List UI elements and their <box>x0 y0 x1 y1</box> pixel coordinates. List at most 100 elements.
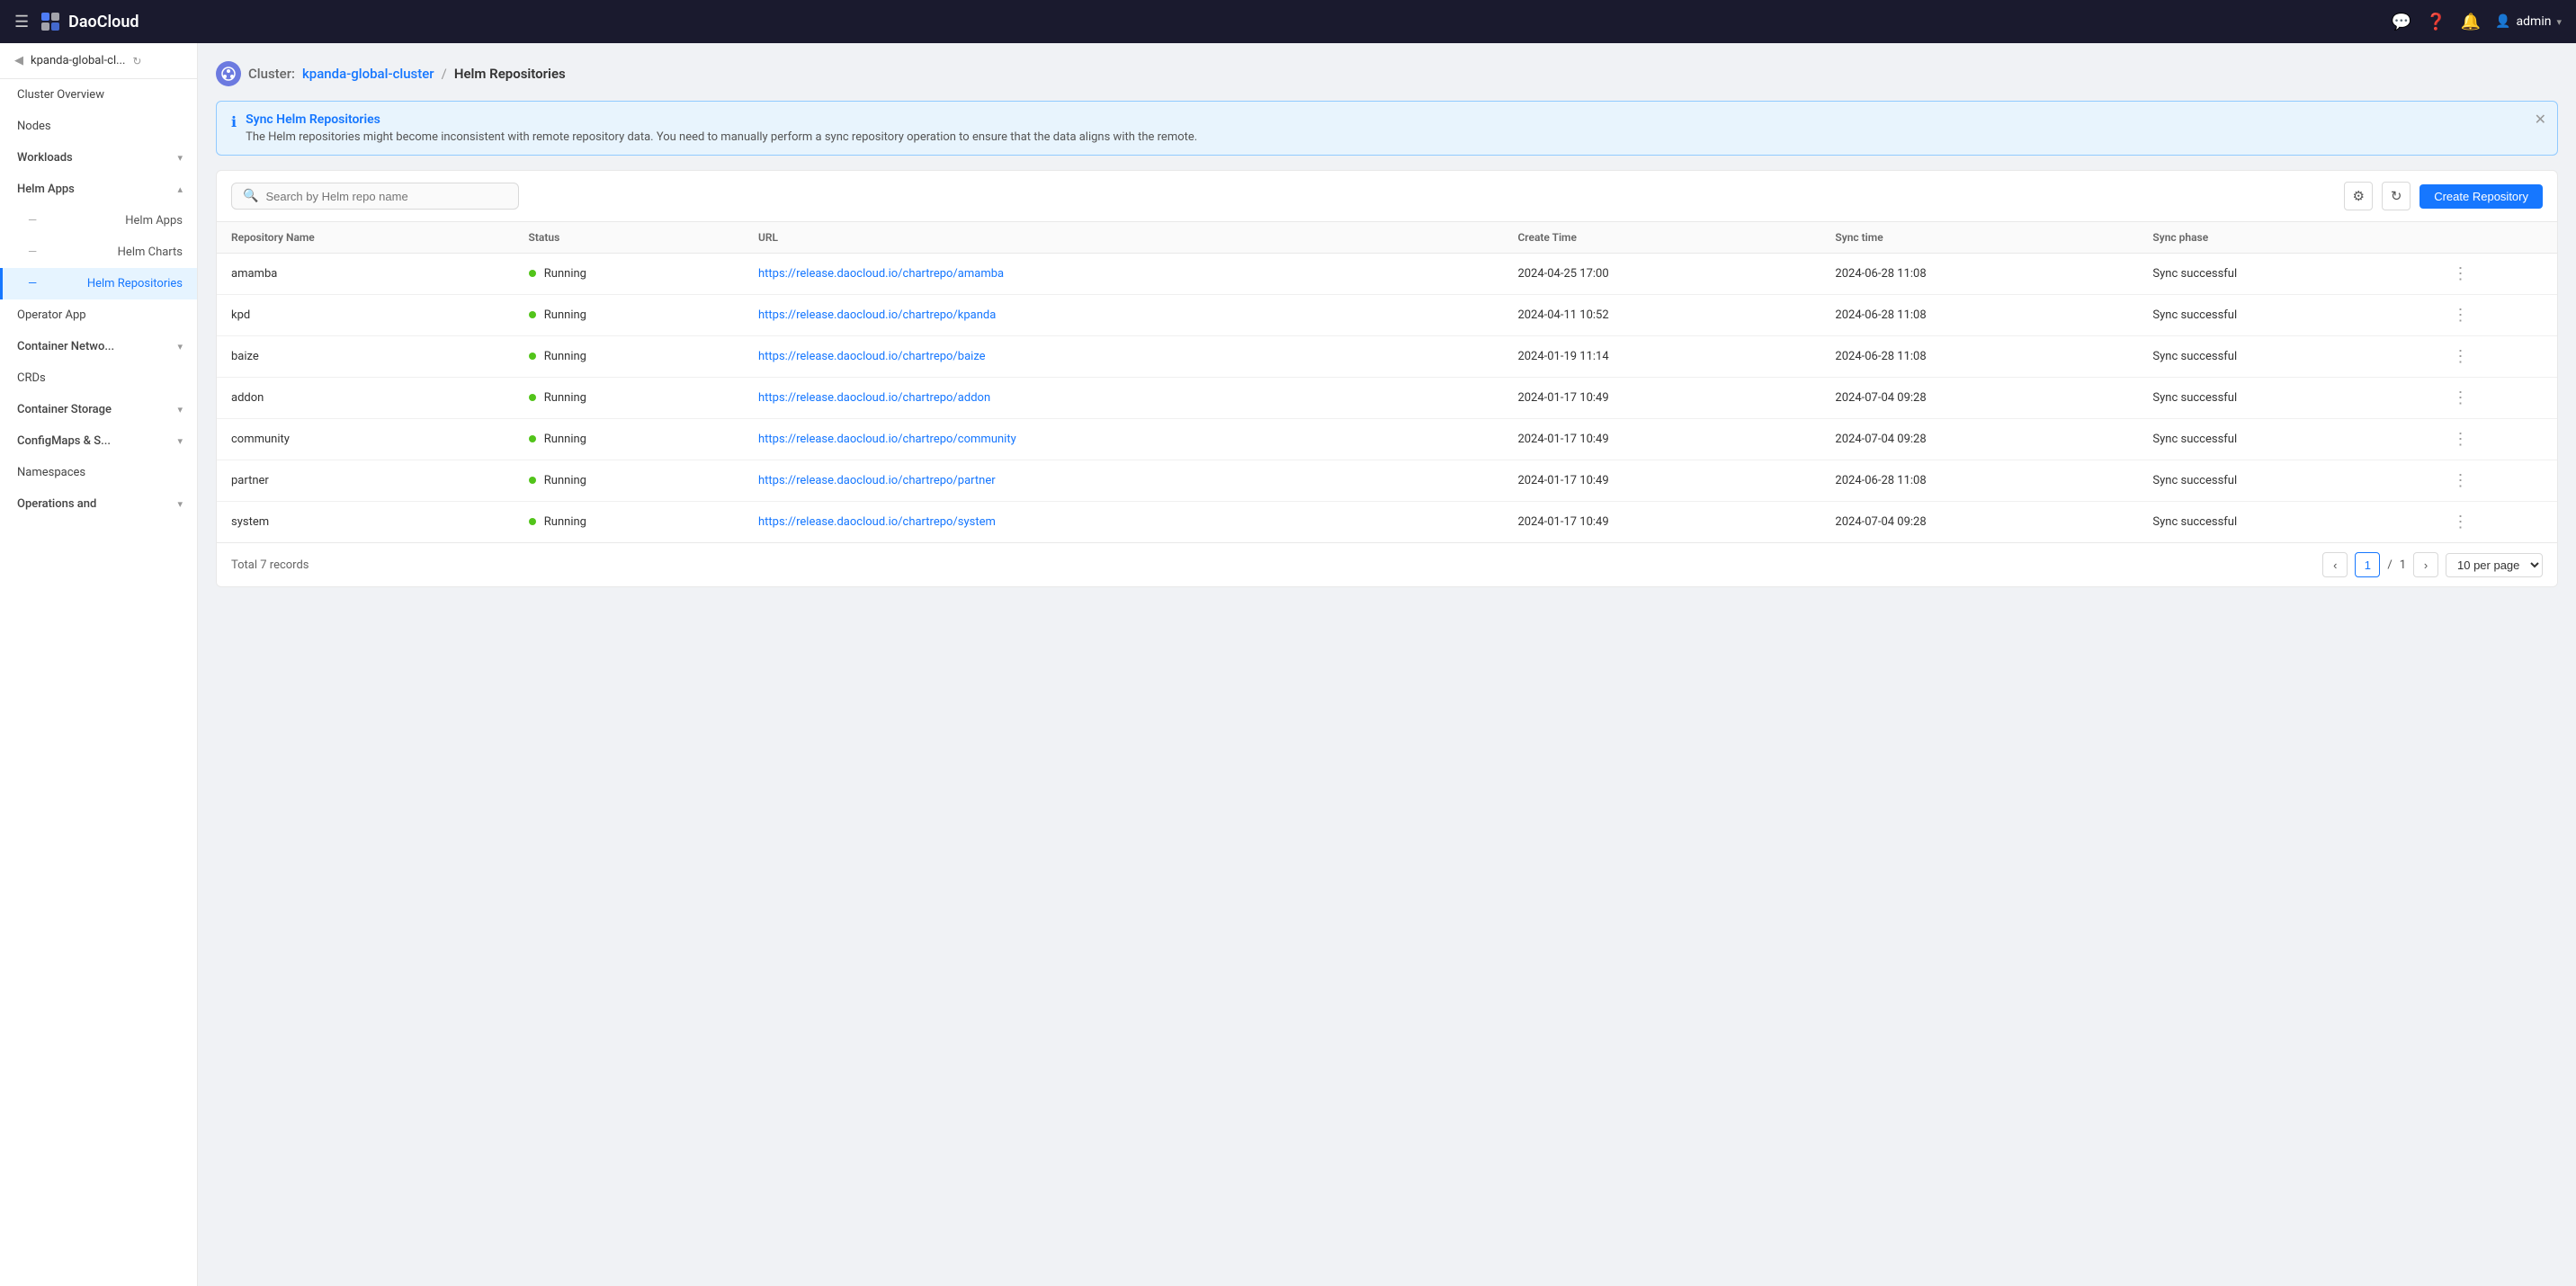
cell-sync-phase: Sync successful <box>2138 295 2437 336</box>
sidebar-label-container-storage: Container Storage <box>17 403 112 416</box>
table-row: community Running https://release.daoclo… <box>217 419 2557 460</box>
cell-actions: ⋮ <box>2438 419 2557 460</box>
operations-chevron-icon: ▾ <box>177 498 183 510</box>
status-label: Running <box>544 267 586 281</box>
search-box[interactable]: 🔍 <box>231 183 519 210</box>
sidebar-label-configmaps: ConfigMaps & S... <box>17 434 111 448</box>
status-label: Running <box>544 308 586 322</box>
sidebar-item-helm-apps-sub[interactable]: — Helm Apps <box>0 205 197 237</box>
pagination: ‹ 1 / 1 › 10 per page 20 per page 50 per… <box>2322 552 2543 577</box>
refresh-button[interactable]: ↻ <box>2382 182 2411 210</box>
user-menu[interactable]: 👤 admin ▾ <box>2495 14 2562 29</box>
status-label: Running <box>544 391 586 405</box>
refresh-icon[interactable]: ↻ <box>132 55 141 67</box>
table-row: amamba Running https://release.daocloud.… <box>217 254 2557 295</box>
breadcrumb-cluster-name[interactable]: kpanda-global-cluster <box>302 66 434 82</box>
sidebar-item-helm-apps[interactable]: Helm Apps ▴ <box>0 174 197 205</box>
col-create-time: Create Time <box>1503 222 1820 254</box>
cell-actions: ⋮ <box>2438 502 2557 543</box>
breadcrumb-current: Helm Repositories <box>454 66 566 82</box>
sidebar-item-helm-charts[interactable]: — Helm Charts <box>0 237 197 268</box>
sidebar-item-cluster-overview[interactable]: Cluster Overview <box>0 79 197 111</box>
helm-apps-chevron-icon: ▴ <box>177 183 183 195</box>
cell-status: Running <box>514 419 744 460</box>
container-network-chevron-icon: ▾ <box>177 341 183 353</box>
create-repository-button[interactable]: Create Repository <box>2419 184 2543 209</box>
cell-url: https://release.daocloud.io/chartrepo/co… <box>744 419 1503 460</box>
sidebar-item-operator-app[interactable]: Operator App <box>0 299 197 331</box>
status-dot <box>529 435 536 442</box>
sidebar-item-container-network[interactable]: Container Netwo... ▾ <box>0 331 197 362</box>
status-label: Running <box>544 474 586 487</box>
sidebar-item-workloads[interactable]: Workloads ▾ <box>0 142 197 174</box>
row-more-button[interactable]: ⋮ <box>2453 306 2469 325</box>
cell-sync-phase: Sync successful <box>2138 336 2437 378</box>
sidebar-item-operations[interactable]: Operations and ▾ <box>0 488 197 520</box>
configmaps-chevron-icon: ▾ <box>177 435 183 447</box>
sidebar: ◀ kpanda-global-cl... ↻ Cluster Overview… <box>0 43 198 1286</box>
sidebar-item-nodes[interactable]: Nodes <box>0 111 197 142</box>
sidebar-label-operations: Operations and <box>17 497 96 511</box>
alert-title: Sync Helm Repositories <box>246 112 2543 127</box>
back-icon[interactable]: ◀ <box>14 54 23 67</box>
page-1-button[interactable]: 1 <box>2355 552 2380 577</box>
cell-status: Running <box>514 295 744 336</box>
status-dot <box>529 394 536 401</box>
logo-icon <box>40 11 61 32</box>
cell-url: https://release.daocloud.io/chartrepo/sy… <box>744 502 1503 543</box>
cell-status: Running <box>514 254 744 295</box>
total-records: Total 7 records <box>231 558 309 572</box>
row-more-button[interactable]: ⋮ <box>2453 471 2469 490</box>
user-avatar-icon: 👤 <box>2495 14 2510 29</box>
sidebar-item-crds[interactable]: CRDs <box>0 362 197 394</box>
sidebar-item-configmaps[interactable]: ConfigMaps & S... ▾ <box>0 425 197 457</box>
cluster-selector[interactable]: ◀ kpanda-global-cl... ↻ <box>0 43 197 79</box>
row-more-button[interactable]: ⋮ <box>2453 513 2469 531</box>
cell-sync-phase: Sync successful <box>2138 254 2437 295</box>
cell-create-time: 2024-01-17 10:49 <box>1503 419 1820 460</box>
table-row: addon Running https://release.daocloud.i… <box>217 378 2557 419</box>
notification-icon[interactable]: 🔔 <box>2461 13 2481 31</box>
row-more-button[interactable]: ⋮ <box>2453 347 2469 366</box>
cell-repo-name: amamba <box>217 254 514 295</box>
alert-banner: ℹ Sync Helm Repositories The Helm reposi… <box>216 101 2558 156</box>
help-icon[interactable]: ❓ <box>2426 13 2446 31</box>
sidebar-label-helm-repositories: Helm Repositories <box>87 277 183 290</box>
alert-close-button[interactable]: ✕ <box>2535 111 2546 128</box>
cell-sync-phase: Sync successful <box>2138 378 2437 419</box>
repositories-table-container: 🔍 ⚙ ↻ Create Repository Repository Name … <box>216 170 2558 587</box>
next-page-button[interactable]: › <box>2413 552 2438 577</box>
cell-status: Running <box>514 336 744 378</box>
cell-url: https://release.daocloud.io/chartrepo/ba… <box>744 336 1503 378</box>
cell-sync-time: 2024-06-28 11:08 <box>1820 460 2138 502</box>
row-more-button[interactable]: ⋮ <box>2453 264 2469 283</box>
alert-content: Sync Helm Repositories The Helm reposito… <box>246 112 2543 144</box>
cell-actions: ⋮ <box>2438 295 2557 336</box>
row-more-button[interactable]: ⋮ <box>2453 388 2469 407</box>
cell-sync-phase: Sync successful <box>2138 502 2437 543</box>
cell-repo-name: system <box>217 502 514 543</box>
sidebar-item-container-storage[interactable]: Container Storage ▾ <box>0 394 197 425</box>
settings-button[interactable]: ⚙ <box>2344 182 2373 210</box>
col-actions <box>2438 222 2557 254</box>
cell-create-time: 2024-04-25 17:00 <box>1503 254 1820 295</box>
per-page-select[interactable]: 10 per page 20 per page 50 per page <box>2446 553 2543 577</box>
search-input[interactable] <box>265 190 507 203</box>
prev-page-button[interactable]: ‹ <box>2322 552 2348 577</box>
sidebar-item-namespaces[interactable]: Namespaces <box>0 457 197 488</box>
cell-repo-name: community <box>217 419 514 460</box>
container-storage-chevron-icon: ▾ <box>177 404 183 415</box>
cluster-name: kpanda-global-cl... <box>31 54 125 67</box>
cluster-icon <box>216 61 241 86</box>
repositories-table: Repository Name Status URL Create Time S… <box>217 222 2557 542</box>
row-more-button[interactable]: ⋮ <box>2453 430 2469 449</box>
breadcrumb: Cluster: kpanda-global-cluster / Helm Re… <box>216 61 2558 86</box>
col-url: URL <box>744 222 1503 254</box>
hamburger-icon[interactable]: ☰ <box>14 13 29 31</box>
cell-actions: ⋮ <box>2438 336 2557 378</box>
sidebar-item-helm-repositories[interactable]: — Helm Repositories <box>0 268 197 299</box>
table-row: system Running https://release.daocloud.… <box>217 502 2557 543</box>
sidebar-label-crds: CRDs <box>17 371 46 385</box>
chat-icon[interactable]: 💬 <box>2392 13 2411 31</box>
sidebar-label-helm-charts: Helm Charts <box>118 246 183 259</box>
